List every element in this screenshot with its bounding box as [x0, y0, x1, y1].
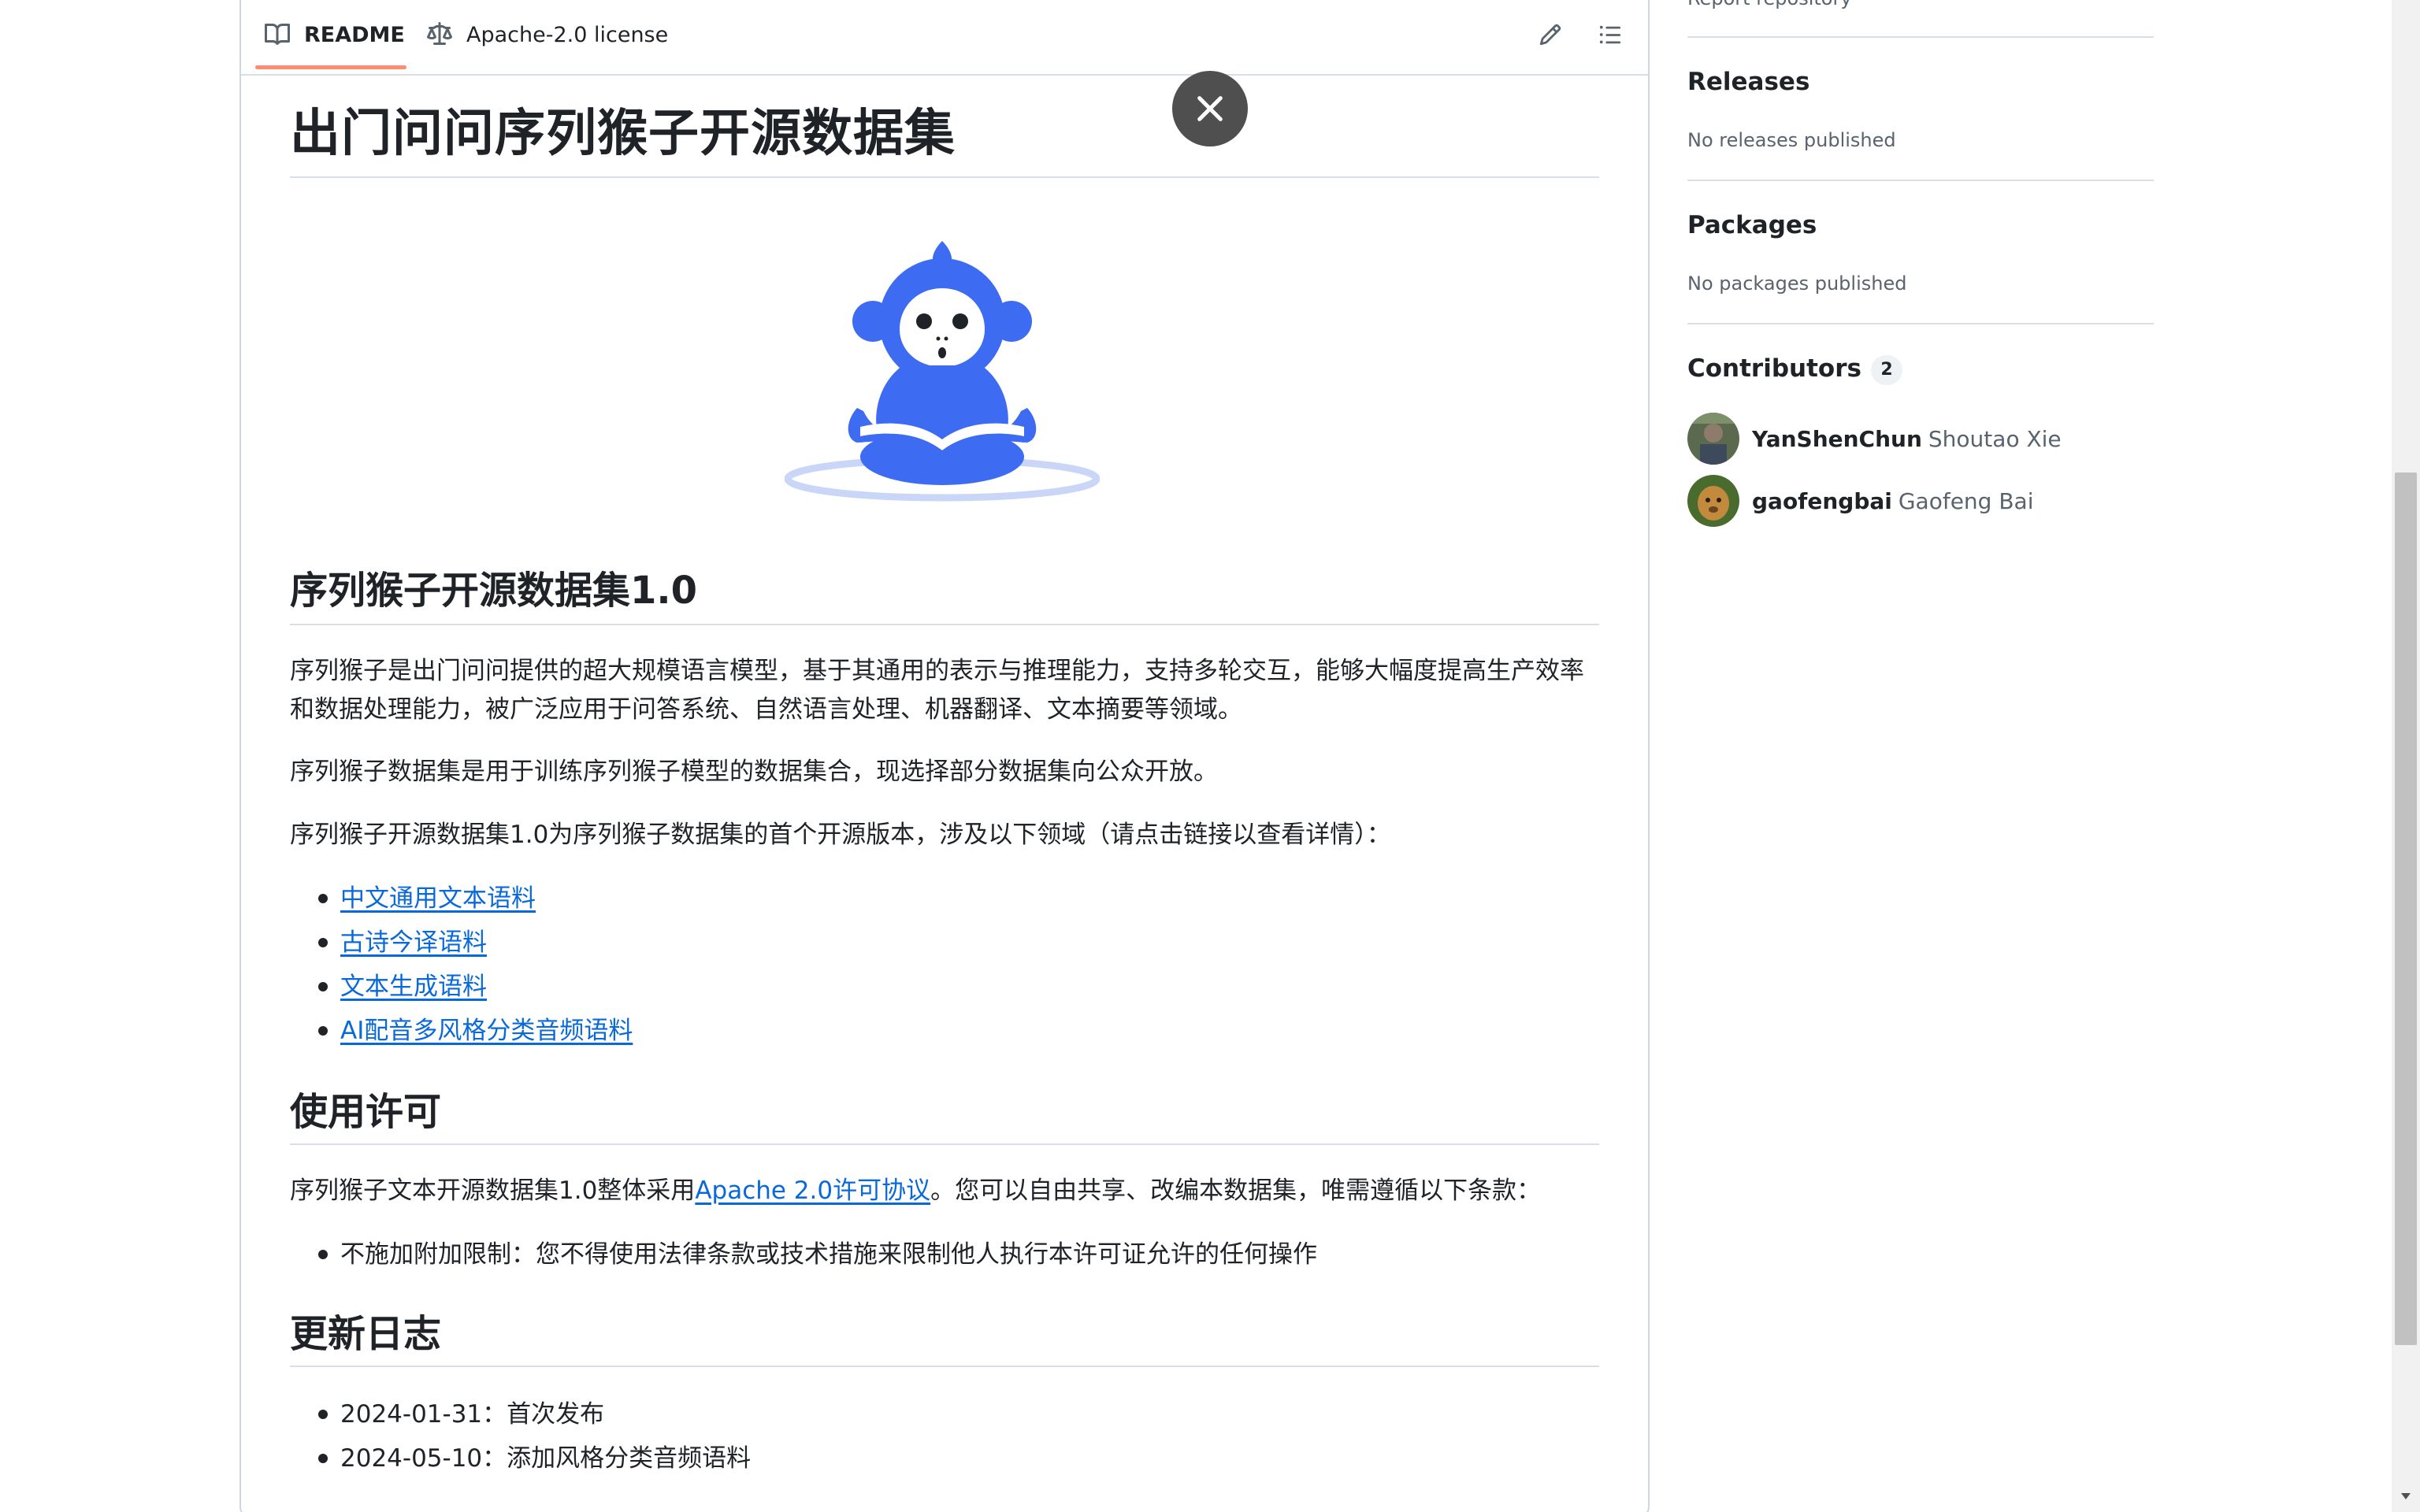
- license-text-post: 。您可以自由共享、改编本数据集，唯需遵循以下条款：: [930, 1177, 1542, 1205]
- license-paragraph: 序列猴子文本开源数据集1.0整体采用Apache 2.0许可协议。您可以自由共享…: [290, 1172, 1599, 1210]
- tab-license-label: Apache-2.0 license: [466, 22, 669, 47]
- book-icon: [265, 23, 290, 45]
- link-chinese-corpus[interactable]: 中文通用文本语料: [340, 884, 536, 913]
- monkey-logo-icon: [785, 241, 1100, 502]
- list-item: 2024-01-31：首次发布: [290, 1392, 751, 1436]
- active-tab-indicator: [255, 65, 406, 69]
- report-repository-link[interactable]: Report repository: [1687, 0, 1852, 13]
- list-icon: [1599, 25, 1621, 44]
- outline-button[interactable]: [1593, 17, 1628, 52]
- contributors-count-badge: 2: [1870, 355, 1902, 385]
- packages-heading[interactable]: Packages: [1687, 208, 1817, 243]
- link-text-generation-corpus[interactable]: 文本生成语料: [340, 973, 487, 1001]
- sidebar-divider: [1687, 180, 2154, 181]
- sidebar-divider: [1687, 36, 2154, 38]
- close-icon: [1197, 96, 1223, 121]
- section-heading-changelog: 更新日志: [290, 1312, 442, 1356]
- link-audio-corpus[interactable]: AI配音多风格分类音频语料: [340, 1017, 633, 1045]
- scroll-down-arrow-icon[interactable]: [2395, 1485, 2417, 1509]
- title-divider: [290, 176, 1599, 178]
- releases-heading[interactable]: Releases: [1687, 65, 1809, 99]
- list-item: 古诗今译语料: [290, 921, 633, 965]
- contributors-heading-label[interactable]: Contributors: [1687, 354, 1861, 383]
- tab-readme-label: README: [304, 22, 405, 47]
- apache-license-link[interactable]: Apache 2.0许可协议: [695, 1177, 930, 1205]
- section-divider: [290, 1366, 1599, 1367]
- avatar[interactable]: [1687, 413, 1739, 465]
- dataset-paragraph: 序列猴子数据集是用于训练序列猴子模型的数据集合，现选择部分数据集向公众开放。: [290, 758, 1218, 786]
- tab-readme[interactable]: README: [265, 17, 405, 52]
- contributor-fullname: Shoutao Xie: [1928, 425, 2062, 452]
- close-overlay-button[interactable]: [1172, 71, 1248, 146]
- sidebar-divider: [1687, 323, 2154, 324]
- list-item: 中文通用文本语料: [290, 876, 633, 921]
- release-paragraph: 序列猴子开源数据集1.0为序列猴子数据集的首个开源版本，涉及以下领域（请点击链接…: [290, 821, 1391, 849]
- link-poetry-corpus[interactable]: 古诗今译语料: [340, 928, 487, 957]
- tab-license[interactable]: Apache-2.0 license: [427, 17, 668, 52]
- contributor-login[interactable]: YanShenChun: [1752, 426, 1922, 452]
- law-icon: [427, 22, 452, 45]
- readme-tab-bar: README Apache-2.0 license: [241, 0, 1648, 76]
- contributor-fullname: Gaofeng Bai: [1898, 487, 2034, 514]
- section-divider: [290, 624, 1599, 625]
- section-heading-license: 使用许可: [290, 1090, 442, 1134]
- contributors-heading: Contributors 2: [1687, 351, 1902, 386]
- contributor-login[interactable]: gaofengbai: [1752, 488, 1892, 514]
- list-item: 2024-05-10：添加风格分类音频语料: [290, 1436, 751, 1480]
- list-item: AI配音多风格分类音频语料: [290, 1009, 633, 1053]
- scrollbar-thumb[interactable]: [2395, 472, 2417, 1345]
- edit-readme-button[interactable]: [1533, 17, 1568, 52]
- list-item: 文本生成语料: [290, 965, 633, 1009]
- section-heading-dataset: 序列猴子开源数据集1.0: [290, 569, 698, 613]
- list-item: 不施加附加限制：您不得使用法律条款或技术措施来限制他人执行本许可证允许的任何操作: [290, 1232, 1317, 1277]
- contributor-row[interactable]: YanShenChun Shoutao Xie: [1687, 413, 2062, 465]
- changelog-list: 2024-01-31：首次发布 2024-05-10：添加风格分类音频语料: [290, 1392, 751, 1480]
- license-text-pre: 序列猴子文本开源数据集1.0整体采用: [290, 1177, 696, 1205]
- pencil-icon: [1539, 24, 1561, 46]
- intro-paragraph: 序列猴子是出门问问提供的超大规模语言模型，基于其通用的表示与推理能力，支持多轮交…: [290, 657, 1584, 724]
- section-divider: [290, 1143, 1599, 1145]
- releases-empty-text: No releases published: [1687, 129, 1896, 151]
- dataset-link-list: 中文通用文本语料 古诗今译语料 文本生成语料 AI配音多风格分类音频语料: [290, 876, 633, 1053]
- license-terms-list: 不施加附加限制：您不得使用法律条款或技术措施来限制他人执行本许可证允许的任何操作: [290, 1232, 1317, 1277]
- packages-empty-text: No packages published: [1687, 272, 1907, 295]
- contributor-row[interactable]: gaofengbai Gaofeng Bai: [1687, 475, 2034, 527]
- avatar[interactable]: [1687, 475, 1739, 527]
- readme-title: 出门问问序列猴子开源数据集: [290, 105, 956, 163]
